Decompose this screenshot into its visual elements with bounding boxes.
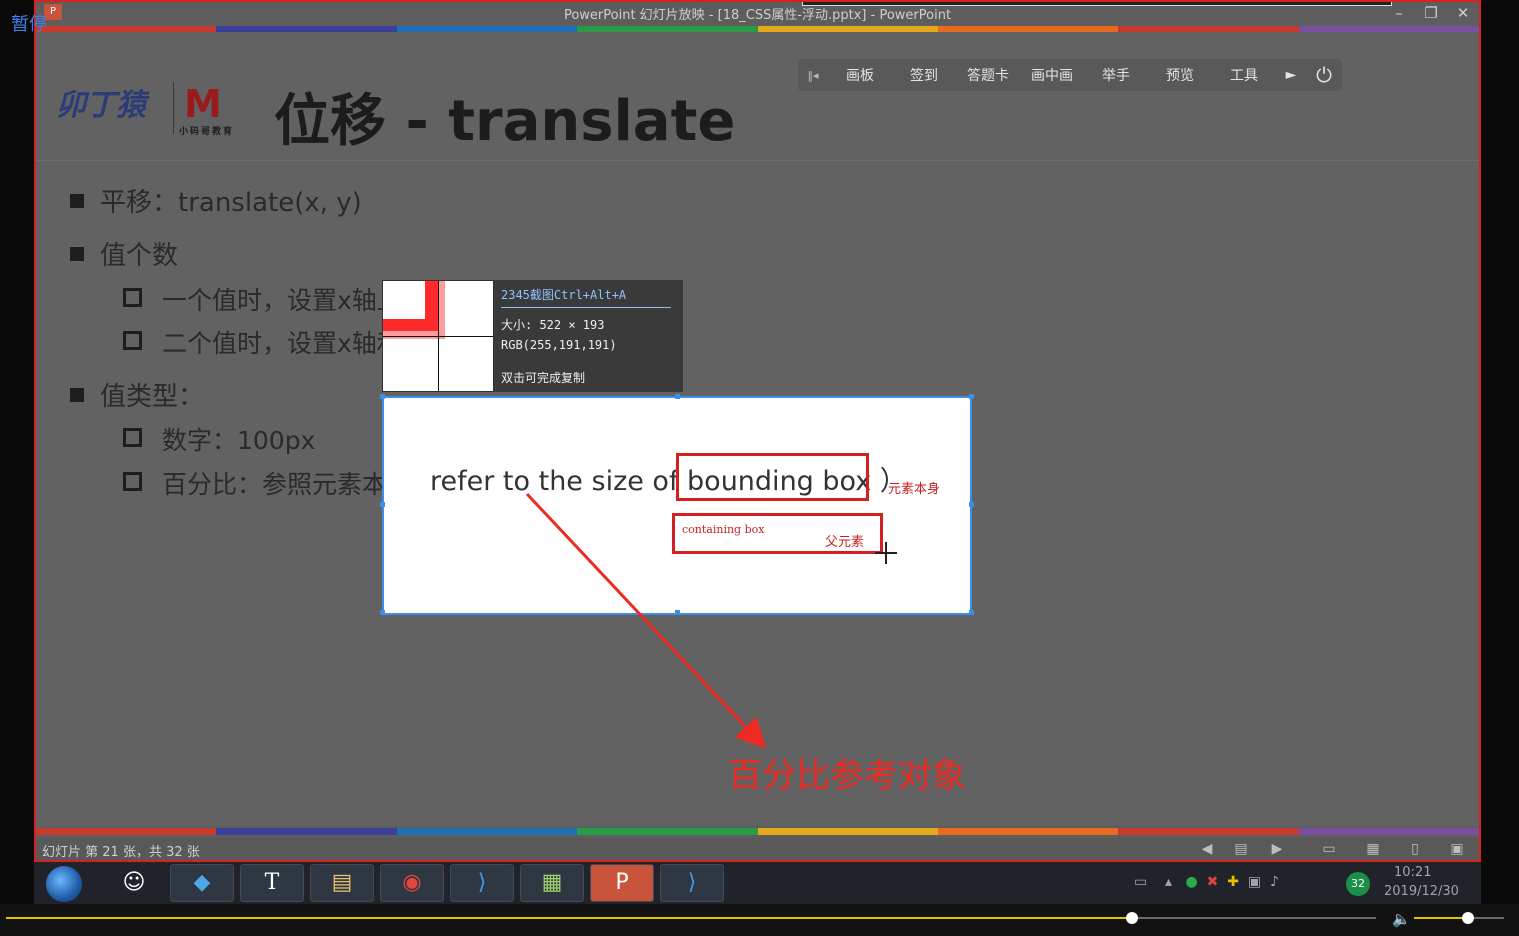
progress-knob[interactable] [1126, 912, 1139, 924]
update-icon[interactable]: ✚ [1227, 874, 1239, 890]
file-manager-icon[interactable]: ▤ [310, 864, 374, 902]
notes-icon[interactable]: ▦ [520, 864, 584, 902]
speaker-icon[interactable]: ♪ [1270, 874, 1279, 890]
tray-badge[interactable]: 32 [1346, 872, 1370, 896]
progress-fill [6, 917, 1133, 919]
keyboard-icon[interactable]: ▭ [1134, 874, 1147, 890]
percent-reference-annotation: 百分比参考对象 [728, 756, 966, 796]
network-status-icon[interactable]: ● [1185, 874, 1197, 890]
typora-icon[interactable]: T [240, 864, 304, 902]
avatar-icon[interactable]: ☺ [102, 864, 166, 902]
taskbar: ☺ ◆ T ▤ ◉ ⟩ ▦ P ⟩ ▭ ▴ ● ✖ ✚ ▣ ♪ 32 10:21… [34, 862, 1481, 904]
volume-track[interactable] [1414, 912, 1504, 924]
video-player-bar: 🔈 [0, 904, 1519, 936]
chrome-icon[interactable]: ◉ [380, 864, 444, 902]
display-icon[interactable]: ▣ [1248, 874, 1261, 890]
progress-track[interactable] [6, 912, 1376, 924]
powerpoint-icon[interactable]: P [590, 864, 654, 902]
clock-time[interactable]: 10:21 [1394, 865, 1431, 880]
system-tray: ▭ ▴ ● ✖ ✚ ▣ ♪ [1134, 874, 1279, 890]
video-app-icon[interactable]: ◆ [170, 864, 234, 902]
volume-knob[interactable] [1462, 912, 1474, 924]
start-button[interactable] [46, 866, 82, 902]
vscode-icon[interactable]: ⟩ [660, 864, 724, 902]
tray-expand-icon[interactable]: ▴ [1165, 874, 1172, 890]
clock-date[interactable]: 2019/12/30 [1384, 884, 1459, 899]
vscode-icon[interactable]: ⟩ [450, 864, 514, 902]
security-icon[interactable]: ✖ [1207, 874, 1219, 890]
volume-fill [1414, 917, 1468, 919]
speaker-icon[interactable]: 🔈 [1392, 910, 1411, 928]
screen: P PowerPoint 幻灯片放映 - [18_CSS属性-浮动.pptx] … [0, 0, 1519, 936]
